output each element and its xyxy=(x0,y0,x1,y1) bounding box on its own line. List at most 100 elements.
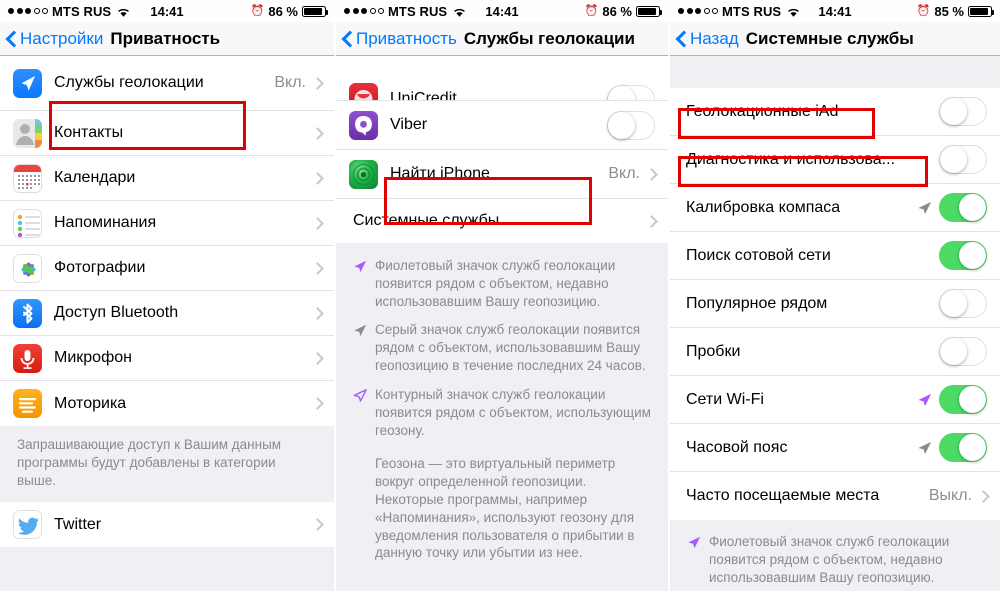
row-label: Часовой пояс xyxy=(686,438,788,456)
row-diagnostics-usage[interactable]: Диагностика и использова... xyxy=(670,136,1000,184)
chevron-right-icon xyxy=(311,306,324,320)
row-time-zone[interactable]: Часовой пояс xyxy=(670,424,1000,472)
chevron-right-icon xyxy=(311,351,324,365)
location-arrow-icon xyxy=(13,68,42,98)
privacy-footer: Запрашивающие доступ к Вашим данным прог… xyxy=(0,426,334,503)
toggle-switch[interactable] xyxy=(939,145,987,174)
row-bluetooth[interactable]: Доступ Bluetooth xyxy=(0,291,334,336)
alarm-clock-icon: ⏰ xyxy=(250,4,265,17)
location-arrow-outline-icon xyxy=(353,386,367,439)
status-left-1: MTS RUS xyxy=(8,4,130,19)
back-button-2[interactable]: Приватность xyxy=(342,29,457,49)
photos-icon xyxy=(13,253,42,283)
row-reminders[interactable]: Напоминания xyxy=(0,201,334,246)
chevron-left-icon xyxy=(676,30,687,48)
back-button-1[interactable]: Настройки xyxy=(6,29,103,49)
alarm-clock-icon: ⏰ xyxy=(584,4,599,17)
content-scroll-3[interactable]: Геолокационные iAd Диагностика и использ… xyxy=(670,56,1000,591)
row-label: Системные службы xyxy=(353,212,500,229)
nav-bar-1: Настройки Приватность xyxy=(0,22,334,56)
row-twitter[interactable]: Twitter xyxy=(0,502,334,548)
battery-icon xyxy=(968,5,994,17)
chevron-right-icon xyxy=(311,261,324,275)
row-traffic[interactable]: Пробки xyxy=(670,328,1000,376)
back-button-3[interactable]: Назад xyxy=(676,29,739,49)
screen-privacy: MTS RUS 14:41 ⏰ 86 % Настройки Приватнос… xyxy=(0,0,334,591)
location-services-notes: Фиолетовый значок служб геолокации появи… xyxy=(336,243,668,576)
note-outline: Контурный значок служб геолокации появит… xyxy=(353,386,651,439)
status-right-2: ⏰ 86 % xyxy=(584,4,662,19)
row-compass-calibration[interactable]: Калибровка компаса xyxy=(670,184,1000,232)
chevron-right-icon xyxy=(645,167,658,181)
page-title-3: Системные службы xyxy=(745,28,914,48)
row-location-based-iad[interactable]: Геолокационные iAd xyxy=(670,88,1000,136)
microphone-icon xyxy=(13,343,42,373)
location-arrow-purple-icon xyxy=(353,257,367,310)
toggle-switch[interactable] xyxy=(607,110,655,140)
status-left-3: MTS RUS xyxy=(678,4,800,19)
note-text: Фиолетовый значок служб геолокации появи… xyxy=(375,258,616,309)
toggle-switch[interactable] xyxy=(939,241,987,270)
battery-icon xyxy=(636,5,662,17)
chevron-right-icon xyxy=(645,214,658,228)
status-bar-1: MTS RUS 14:41 ⏰ 86 % xyxy=(0,0,334,22)
signal-dots-icon xyxy=(8,8,48,14)
row-label: Часто посещаемые места xyxy=(686,487,880,504)
note-text: Серый значок служб геолокации появится р… xyxy=(375,322,646,374)
toggle-switch[interactable] xyxy=(939,289,987,318)
location-arrow-purple-icon xyxy=(687,533,701,586)
unicredit-icon xyxy=(349,83,378,100)
back-button-label: Приватность xyxy=(356,28,457,48)
row-find-iphone[interactable]: Найти iPhone Вкл. xyxy=(336,150,668,199)
signal-dots-icon xyxy=(344,8,384,14)
content-scroll-2[interactable]: UniCredit Viber Найти iPhone Вкл. Систем… xyxy=(336,56,668,591)
note-purple: Фиолетовый значок служб геолокации появи… xyxy=(687,533,983,586)
row-location-services[interactable]: Службы геолокации Вкл. xyxy=(0,56,334,111)
row-label: Калибровка компаса xyxy=(686,198,841,216)
wifi-icon xyxy=(453,6,466,17)
toggle-switch[interactable] xyxy=(607,85,655,100)
wifi-icon xyxy=(117,6,130,17)
system-services-group: Геолокационные iAd Диагностика и использ… xyxy=(670,88,1000,520)
row-viber[interactable]: Viber xyxy=(336,101,668,150)
find-iphone-icon xyxy=(349,159,378,189)
row-motion[interactable]: Моторика xyxy=(0,381,334,426)
row-label: Моторика xyxy=(54,394,127,412)
row-label: Доступ Bluetooth xyxy=(54,304,179,321)
toggle-switch[interactable] xyxy=(939,385,987,414)
toggle-switch[interactable] xyxy=(939,337,987,366)
row-photos[interactable]: Фотографии xyxy=(0,246,334,291)
nav-bar-2: Приватность Службы геолокации xyxy=(336,22,668,56)
page-title-1: Приватность xyxy=(110,28,221,48)
chevron-right-icon xyxy=(977,489,990,503)
toggle-switch[interactable] xyxy=(939,433,987,462)
row-label: Пробки xyxy=(686,342,741,360)
row-label: Сети Wi-Fi xyxy=(686,390,764,408)
chevron-right-icon xyxy=(311,76,324,90)
row-label: Viber xyxy=(390,116,428,133)
row-popular-near-me[interactable]: Популярное рядом xyxy=(670,280,1000,328)
chevron-left-icon xyxy=(6,30,17,48)
privacy-footer-text: Запрашивающие доступ к Вашим данным прог… xyxy=(17,437,282,488)
row-unicredit[interactable]: UniCredit xyxy=(336,56,668,101)
toggle-switch[interactable] xyxy=(939,193,987,222)
note-text: Фиолетовый значок служб геолокации появи… xyxy=(709,534,950,585)
row-system-services[interactable]: Системные службы xyxy=(336,199,668,243)
row-frequent-locations[interactable]: Часто посещаемые места Выкл. xyxy=(670,472,1000,520)
content-scroll-1[interactable]: Службы геолокации Вкл. Контакты Календар… xyxy=(0,56,334,591)
toggle-switch[interactable] xyxy=(939,97,987,126)
row-value: Вкл. xyxy=(608,165,640,182)
status-bar-3: MTS RUS 14:41 ⏰ 85 % xyxy=(670,0,1000,22)
chevron-right-icon xyxy=(311,171,324,185)
signal-dots-icon xyxy=(678,8,718,14)
row-wifi-networking[interactable]: Сети Wi-Fi xyxy=(670,376,1000,424)
screen-system-services: MTS RUS 14:41 ⏰ 85 % Назад Системные слу… xyxy=(668,0,1000,591)
list-top-spacer xyxy=(670,56,1000,88)
row-cellular-network-search[interactable]: Поиск сотовой сети xyxy=(670,232,1000,280)
row-contacts[interactable]: Контакты xyxy=(0,111,334,156)
status-left-2: MTS RUS xyxy=(344,4,466,19)
row-calendars[interactable]: Календари xyxy=(0,156,334,201)
row-microphone[interactable]: Микрофон xyxy=(0,336,334,381)
row-label: Микрофон xyxy=(54,349,132,366)
battery-percent-label: 85 % xyxy=(934,3,964,19)
